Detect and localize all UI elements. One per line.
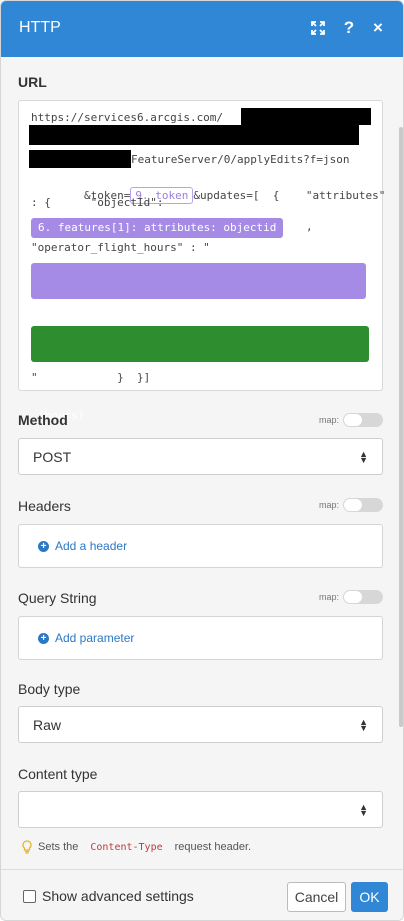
map-toggle-label: map: <box>318 592 339 602</box>
cancel-button[interactable]: Cancel <box>287 882 346 912</box>
http-module-dialog: HTTP ? × URL https://services6.arcgis.co… <box>0 0 404 921</box>
dialog-header: HTTP ? × <box>1 1 403 57</box>
url-text-line: FeatureServer/0/applyEdits?f=json <box>131 153 350 166</box>
headers-label: Headers <box>18 498 71 514</box>
headers-box: + Add a header <box>18 524 383 568</box>
url-text-line: " } }] <box>31 371 151 384</box>
map-switch[interactable] <box>343 590 383 604</box>
query-string-label: Query String <box>18 590 97 606</box>
body-type-label: Body type <box>18 681 81 697</box>
plus-circle-icon: + <box>38 540 49 552</box>
dialog-title: HTTP <box>19 19 61 36</box>
add-parameter-button[interactable]: + Add parameter <box>38 631 134 645</box>
select-arrows-icon: ▲ ▼ <box>359 448 368 465</box>
flight-hours-variable-pill[interactable]: 6. features[1]: attributes: operator_fli… <box>31 263 366 359</box>
close-icon[interactable]: × <box>367 17 389 39</box>
redaction-block <box>29 125 359 145</box>
method-select[interactable]: POST ▲ ▼ <box>18 438 383 475</box>
content-type-label: Content type <box>18 766 98 782</box>
map-switch[interactable] <box>343 498 383 512</box>
show-advanced-settings-checkbox[interactable]: Show advanced settings <box>23 888 194 904</box>
help-icon[interactable]: ? <box>338 17 360 39</box>
url-field[interactable]: https://services6.arcgis.com/ FeatureSer… <box>18 100 386 422</box>
hint-text: Sets the <box>38 841 79 853</box>
content-type-hint: Sets the Content-Type request header. <box>22 840 251 854</box>
hint-text: request header. <box>174 841 252 853</box>
ok-button[interactable]: OK <box>351 882 388 912</box>
body-type-value: Raw <box>33 716 62 733</box>
url-text-segment: , <box>306 220 313 233</box>
plus-circle-icon: + <box>38 632 49 644</box>
url-label: URL <box>18 74 47 90</box>
add-header-button[interactable]: + Add a header <box>38 539 127 553</box>
lightbulb-icon <box>22 840 32 854</box>
map-switch[interactable] <box>343 413 383 427</box>
add-parameter-label: Add parameter <box>55 631 135 645</box>
query-string-box: + Add parameter <box>18 616 383 660</box>
method-map-toggle[interactable]: map: <box>319 413 383 427</box>
hint-code: Content-Type <box>90 841 163 853</box>
query-map-toggle[interactable]: map: <box>319 590 383 604</box>
scrollbar[interactable] <box>399 127 403 727</box>
body-type-select[interactable]: Raw ▲ ▼ <box>18 706 383 743</box>
select-arrows-icon: ▲ ▼ <box>359 716 368 733</box>
url-text-line: "operator_flight_hours" : " <box>31 241 210 254</box>
headers-map-toggle[interactable]: map: <box>319 498 383 512</box>
pill-text: 6. features[1]: attributes: operator_fli… <box>38 298 330 311</box>
url-text-segment: &updates=[ { "attributes" <box>193 189 386 202</box>
redaction-block <box>241 108 371 125</box>
map-toggle-label: map: <box>318 415 339 425</box>
show-advanced-settings-label: Show advanced settings <box>42 888 194 904</box>
dialog-body: URL https://services6.arcgis.com/ Featur… <box>1 57 403 869</box>
add-header-label: Add a header <box>55 539 128 553</box>
content-type-select[interactable]: ▲ ▼ <box>18 791 383 828</box>
expand-icon[interactable] <box>307 17 329 39</box>
checkbox-box[interactable] <box>23 889 36 903</box>
select-arrows-icon: ▲ ▼ <box>359 801 368 818</box>
operation-duration-variable-pill[interactable]: 1. feature: attributes: Operation durati… <box>31 326 369 422</box>
method-select-value: POST <box>33 448 72 465</box>
url-text-line: https://services6.arcgis.com/ <box>31 111 224 124</box>
dialog-footer: Show advanced settings Cancel OK <box>1 869 403 920</box>
redaction-block <box>29 150 131 168</box>
map-toggle-label: map: <box>318 500 339 510</box>
objectid-variable-pill[interactable]: 6. features[1]: attributes: objectid <box>31 218 284 238</box>
pill-text: (hours) <box>38 409 85 422</box>
method-label: Method <box>18 412 68 428</box>
url-text-line: : { "objectId": <box>31 196 164 209</box>
